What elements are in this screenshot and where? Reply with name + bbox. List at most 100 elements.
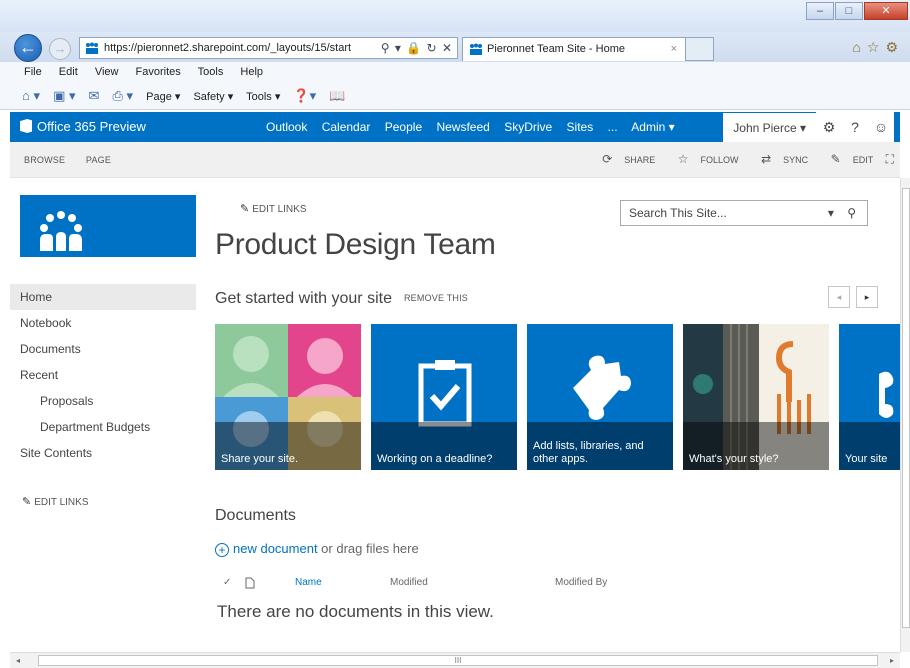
address-tools[interactable]: ⚲ ▾ 🔒 ↻ ✕ [377,38,453,58]
suite-link-skydrive[interactable]: SkyDrive [504,120,552,134]
tab-browse[interactable]: BROWSE [24,155,65,165]
menu-favorites[interactable]: Favorites [136,66,181,78]
print-icon[interactable]: ⎙ ▾ [113,88,134,103]
tile-your-site[interactable]: Your site [839,324,900,470]
select-all-checkmark-icon[interactable]: ✓ [223,577,231,588]
search-input[interactable]: Search This Site... ▾ ⚲ [620,200,868,226]
brand-label: Office 365 Preview [37,119,146,134]
new-tab-button[interactable] [686,37,714,61]
scroll-right-arrow-icon[interactable]: ▸ [890,653,894,668]
horizontal-scroll-thumb[interactable]: III [38,655,878,666]
scroll-left-arrow-icon[interactable]: ◂ [16,653,20,668]
share-label: SHARE [624,155,656,165]
vertical-scroll-thumb[interactable] [902,188,910,628]
suite-link-newsfeed[interactable]: Newsfeed [436,120,489,134]
tools-menu[interactable]: Tools ▾ [246,91,280,103]
tile-share-site[interactable]: Share your site. [215,324,361,470]
menu-tools[interactable]: Tools [198,66,224,78]
column-header-name[interactable]: Name [295,577,322,588]
search-icon[interactable]: ▾ ⚲ [828,201,861,225]
ribbon-tabs: BROWSE PAGE [24,142,129,178]
home-icon[interactable]: ⌂ [852,39,866,55]
follow-button[interactable]: ☆ FOLLOW [668,152,739,166]
get-started-heading: Get started with your site REMOVE THIS [215,290,468,308]
menu-help[interactable]: Help [240,66,263,78]
tab-title: Pieronnet Team Site - Home [487,43,625,55]
home-page-icon[interactable]: ⌂ ▾ [22,88,40,103]
suite-link-outlook[interactable]: Outlook [266,120,307,134]
focus-content-icon[interactable]: ⛶ [886,152,894,166]
nav-item-department-budgets[interactable]: Department Budgets [10,414,196,440]
feeds-icon[interactable]: ▣ ▾ [53,88,75,103]
documents-heading: Documents [215,507,296,524]
carousel-prev-button[interactable]: ◂ [828,286,850,308]
tile-caption: Your site [839,422,900,470]
nav-item-home[interactable]: Home [10,284,196,310]
settings-icon[interactable]: ⚙ [816,112,842,142]
safety-menu[interactable]: Safety ▾ [193,91,233,103]
add-document-icon[interactable]: + [215,543,229,557]
tile-add-apps[interactable]: Add lists, libraries, and other apps. [527,324,673,470]
suite-link-calendar[interactable]: Calendar [322,120,371,134]
back-button[interactable]: ← [14,34,42,62]
menu-file[interactable]: File [24,66,42,78]
horizontal-scrollbar[interactable]: ◂ III ▸ [10,652,900,668]
remove-this-link[interactable]: REMOVE THIS [404,293,468,303]
help-icon[interactable]: ❓▾ [293,88,316,103]
address-bar[interactable]: https://pieronnet2.sharepoint.com/_layou… [79,37,458,59]
site-logo[interactable] [20,195,196,257]
browser-menu-bar: File Edit View Favorites Tools Help [0,62,910,82]
tab-close-icon[interactable]: × [671,38,677,60]
edit-links-left[interactable]: ✎ EDIT LINKS [22,495,89,508]
nav-item-proposals[interactable]: Proposals [10,388,196,414]
user-menu[interactable]: John Pierce ▾ [723,113,816,143]
browser-tab[interactable]: Pieronnet Team Site - Home × [462,37,686,61]
forward-button[interactable]: → [49,38,71,60]
page-menu[interactable]: Page ▾ [146,91,180,103]
suite-link-sites[interactable]: Sites [567,120,594,134]
mail-icon[interactable]: ✉ [89,88,100,103]
column-header-modified[interactable]: Modified [390,577,428,588]
edit-links-top[interactable]: ✎ EDIT LINKS [240,202,307,215]
new-document-row: + new document or drag files here [215,541,419,557]
help-icon[interactable]: ? [842,112,868,142]
follow-label: FOLLOW [700,155,739,165]
close-window-button[interactable]: ✕ [864,2,908,20]
nav-item-notebook[interactable]: Notebook [10,310,196,336]
column-header-modified-by[interactable]: Modified By [555,577,607,588]
nav-item-recent[interactable]: Recent [10,362,196,388]
vertical-scrollbar[interactable] [900,178,910,652]
office-logo-icon [20,119,32,133]
edit-links-label: EDIT LINKS [34,497,89,508]
nav-item-site-contents[interactable]: Site Contents [10,440,196,466]
menu-edit[interactable]: Edit [59,66,78,78]
tile-caption: Add lists, libraries, and other apps. [527,422,673,470]
sync-label: SYNC [783,155,809,165]
maximize-button[interactable]: □ [835,2,863,20]
share-button[interactable]: ⟳ SHARE [592,152,656,166]
pencil-icon: ✎ [830,152,841,166]
office365-brand[interactable]: Office 365 Preview [20,112,146,142]
tile-caption: Working on a deadline? [371,422,517,470]
carousel-next-button[interactable]: ▸ [856,286,878,308]
suite-link-people[interactable]: People [385,120,422,134]
suite-link-more[interactable]: ... [608,120,618,134]
settings-gear-icon[interactable]: ⚙ [885,39,904,55]
edit-button[interactable]: ✎ EDIT [821,152,873,166]
tile-deadline[interactable]: Working on a deadline? [371,324,517,470]
search-placeholder: Search This Site... [629,206,727,220]
menu-view[interactable]: View [95,66,119,78]
url-text: https://pieronnet2.sharepoint.com/_layou… [104,42,352,54]
favorites-star-icon[interactable]: ☆ [867,39,886,55]
get-started-tiles: Share your site. Working on a deadline? … [215,324,900,470]
profile-icon[interactable]: ☺ [868,112,894,142]
sync-button[interactable]: ⇄ SYNC [751,152,809,166]
tile-style[interactable]: What's your style? [683,324,829,470]
nav-item-documents[interactable]: Documents [10,336,196,362]
suite-link-admin[interactable]: Admin ▾ [631,120,674,134]
edit-links-label: EDIT LINKS [252,204,307,215]
research-icon[interactable]: 📖 [329,88,345,103]
tab-page[interactable]: PAGE [86,155,111,165]
new-document-link[interactable]: new document [233,541,318,556]
minimize-button[interactable]: – [806,2,834,20]
